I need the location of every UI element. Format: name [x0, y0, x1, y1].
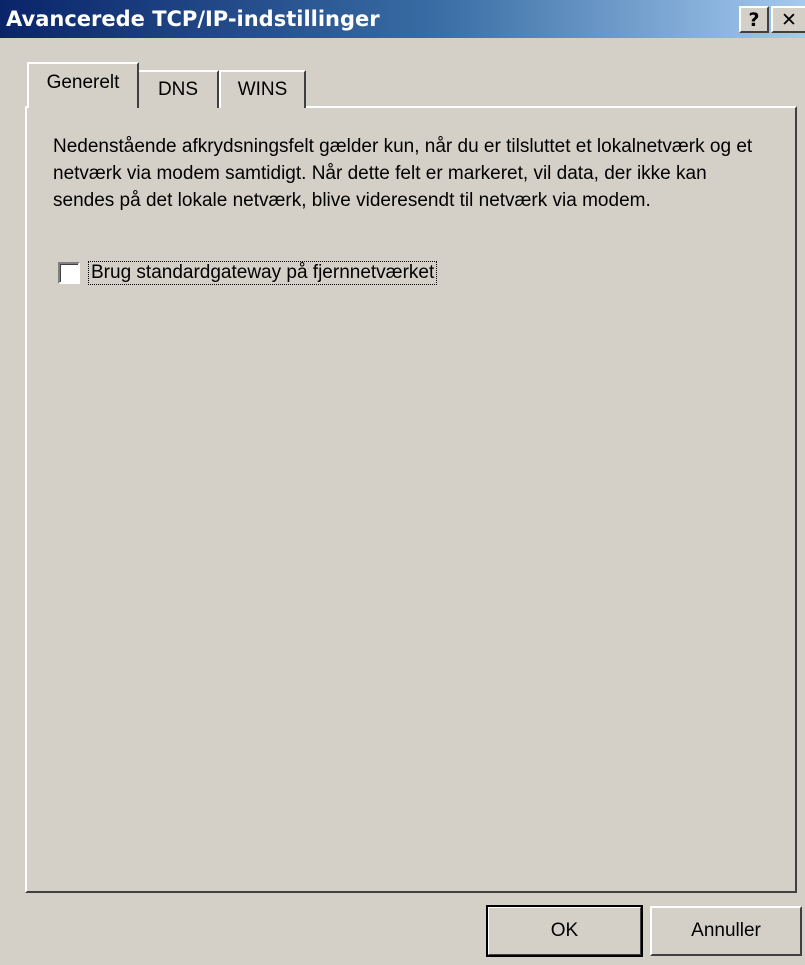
tab-panel — [25, 106, 797, 893]
default-gateway-label[interactable]: Brug standardgateway på fjernnetværket — [87, 261, 438, 285]
tab-label: Generelt — [46, 72, 120, 93]
ok-label: OK — [550, 920, 579, 941]
close-icon: ✕ — [781, 8, 797, 31]
tab-generelt[interactable]: Generelt — [27, 62, 139, 108]
ok-button[interactable]: OK — [486, 905, 643, 957]
cancel-label: Annuller — [691, 920, 761, 941]
tab-label: DNS — [157, 79, 199, 100]
tab-wins[interactable]: WINS — [219, 70, 306, 108]
window-title: Avancerede TCP/IP-indstillinger — [6, 7, 380, 31]
tab-label: WINS — [237, 79, 288, 100]
default-gateway-checkbox[interactable] — [58, 262, 80, 284]
title-bar: Avancerede TCP/IP-indstillinger ? ✕ — [0, 0, 805, 38]
description-text: Nedenstående afkrydsningsfelt gælder kun… — [53, 136, 753, 211]
help-button[interactable]: ? — [739, 6, 769, 33]
close-button[interactable]: ✕ — [771, 6, 805, 33]
cancel-button[interactable]: Annuller — [650, 906, 802, 956]
help-icon: ? — [748, 8, 760, 31]
tab-dns[interactable]: DNS — [139, 70, 219, 108]
default-gateway-option[interactable]: Brug standardgateway på fjernnetværket — [58, 261, 438, 285]
